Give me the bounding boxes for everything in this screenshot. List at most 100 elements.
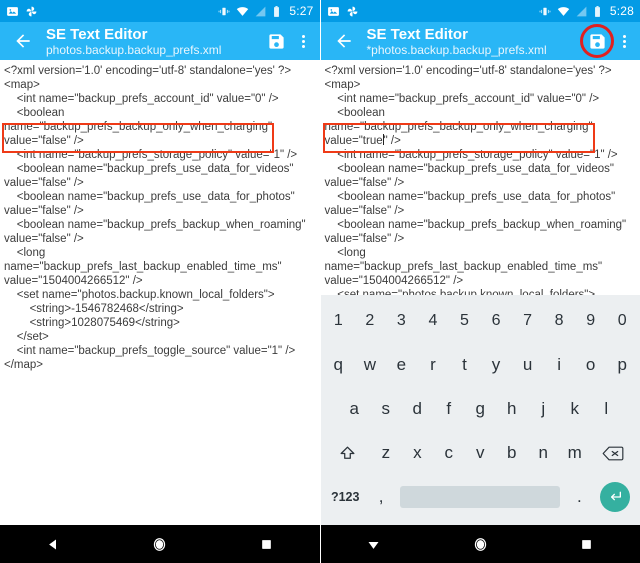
text-editor-area[interactable]: <?xml version='1.0' encoding='utf-8' sta…	[0, 60, 320, 525]
key-l[interactable]: l	[591, 387, 623, 431]
overflow-menu-button[interactable]	[614, 26, 634, 56]
overflow-menu-icon	[622, 44, 626, 48]
home-circle-icon	[154, 537, 166, 551]
key-1[interactable]: 1	[323, 299, 355, 343]
nav-home-button[interactable]	[138, 525, 182, 563]
xml-content[interactable]: <?xml version='1.0' encoding='utf-8' sta…	[321, 60, 640, 295]
key-p[interactable]: p	[606, 343, 638, 387]
key-comma[interactable]: ,	[368, 475, 395, 519]
key-j[interactable]: j	[528, 387, 560, 431]
vibrate-icon	[218, 7, 230, 15]
key-s[interactable]: s	[370, 387, 402, 431]
key-e[interactable]: e	[386, 343, 418, 387]
text-editor-area[interactable]: <?xml version='1.0' encoding='utf-8' sta…	[320, 60, 640, 295]
keyboard-row-top: q w e r t y u i o p	[323, 343, 639, 387]
nav-recents-button[interactable]	[565, 525, 609, 563]
home-circle-icon	[474, 537, 486, 551]
key-x[interactable]: x	[402, 431, 433, 475]
wifi-icon	[237, 6, 249, 16]
key-4[interactable]: 4	[417, 299, 449, 343]
page-title: SE Text Editor	[46, 25, 148, 43]
key-o[interactable]: o	[575, 343, 607, 387]
key-7[interactable]: 7	[512, 299, 544, 343]
back-button[interactable]	[10, 28, 36, 54]
key-9[interactable]: 9	[575, 299, 607, 343]
status-bar: 5:27	[0, 0, 320, 22]
key-b[interactable]: b	[496, 431, 527, 475]
key-0[interactable]: 0	[606, 299, 638, 343]
keyboard-row-numbers: 1 2 3 4 5 6 7 8 9 0	[323, 299, 639, 343]
file-name-subtitle: photos.backup.backup_prefs.xml	[46, 42, 222, 57]
key-g[interactable]: g	[465, 387, 497, 431]
key-w[interactable]: w	[354, 343, 386, 387]
app-bar-actions	[580, 24, 634, 58]
recents-square-icon	[261, 539, 271, 549]
keyboard-row-home: a s d f g h j k l	[323, 387, 639, 431]
key-y[interactable]: y	[480, 343, 512, 387]
key-f[interactable]: f	[433, 387, 465, 431]
navigation-bar	[0, 525, 320, 563]
save-icon	[269, 33, 284, 49]
status-bar-clock: 5:27	[289, 4, 314, 18]
key-d[interactable]: d	[402, 387, 434, 431]
save-button[interactable]	[262, 26, 292, 56]
status-bar-notification-icons	[6, 5, 38, 18]
key-backspace[interactable]	[590, 431, 636, 475]
key-m[interactable]: m	[559, 431, 590, 475]
key-z[interactable]: z	[370, 431, 401, 475]
xml-content[interactable]: <?xml version='1.0' encoding='utf-8' sta…	[0, 60, 320, 372]
key-5[interactable]: 5	[449, 299, 481, 343]
status-bar-notification-icons	[327, 5, 359, 18]
key-c[interactable]: c	[433, 431, 464, 475]
status-bar-clock: 5:28	[609, 4, 634, 18]
wifi-icon	[557, 6, 570, 16]
key-period[interactable]: .	[566, 475, 593, 519]
key-r[interactable]: r	[417, 343, 449, 387]
overflow-menu-icon	[302, 34, 305, 38]
hide-keyboard-triangle-icon	[368, 541, 379, 549]
key-symbols[interactable]: ?123	[323, 475, 368, 519]
overflow-menu-button[interactable]	[294, 26, 314, 56]
key-n[interactable]: n	[527, 431, 558, 475]
enter-icon	[611, 491, 622, 501]
key-space[interactable]	[394, 475, 566, 519]
overflow-menu-icon	[622, 39, 626, 43]
key-8[interactable]: 8	[543, 299, 575, 343]
nav-back-button[interactable]	[31, 525, 75, 563]
signal-icon	[576, 6, 587, 16]
enter-key-surface	[600, 482, 631, 512]
key-3[interactable]: 3	[386, 299, 418, 343]
phone-screen-before: 5:27 SE Text Editor photos.backup.backup…	[0, 0, 321, 563]
save-icon	[589, 33, 605, 49]
key-h[interactable]: h	[496, 387, 528, 431]
key-q[interactable]: q	[323, 343, 355, 387]
key-i[interactable]: i	[543, 343, 575, 387]
key-u[interactable]: u	[512, 343, 544, 387]
key-shift[interactable]	[324, 431, 370, 475]
app-bar: SE Text Editor *photos.backup.backup_pre…	[320, 22, 640, 60]
key-k[interactable]: k	[559, 387, 591, 431]
status-bar-system-icons: 5:28	[538, 4, 634, 18]
key-enter[interactable]	[593, 475, 638, 519]
screenshot-pair: 5:27 SE Text Editor photos.backup.backup…	[0, 0, 640, 563]
overflow-menu-icon	[302, 39, 305, 43]
vibrate-icon	[539, 7, 551, 15]
nav-recents-button[interactable]	[244, 525, 288, 563]
back-triangle-icon	[48, 539, 56, 549]
nav-home-button[interactable]	[458, 525, 502, 563]
key-t[interactable]: t	[449, 343, 481, 387]
key-6[interactable]: 6	[480, 299, 512, 343]
key-a[interactable]: a	[339, 387, 371, 431]
key-v[interactable]: v	[465, 431, 496, 475]
status-bar-system-icons: 5:27	[217, 4, 313, 18]
keyboard-row-bottom: z x c v b n m	[323, 431, 639, 475]
save-button[interactable]	[580, 24, 614, 58]
back-button[interactable]	[331, 28, 357, 54]
nav-hide-keyboard-button[interactable]	[352, 525, 396, 563]
space-bar-surface	[400, 486, 561, 508]
navigation-bar	[320, 525, 640, 563]
screenshot-icon	[7, 6, 18, 16]
key-2[interactable]: 2	[354, 299, 386, 343]
photos-pinwheel-icon	[26, 6, 37, 16]
app-bar-actions	[262, 26, 314, 56]
